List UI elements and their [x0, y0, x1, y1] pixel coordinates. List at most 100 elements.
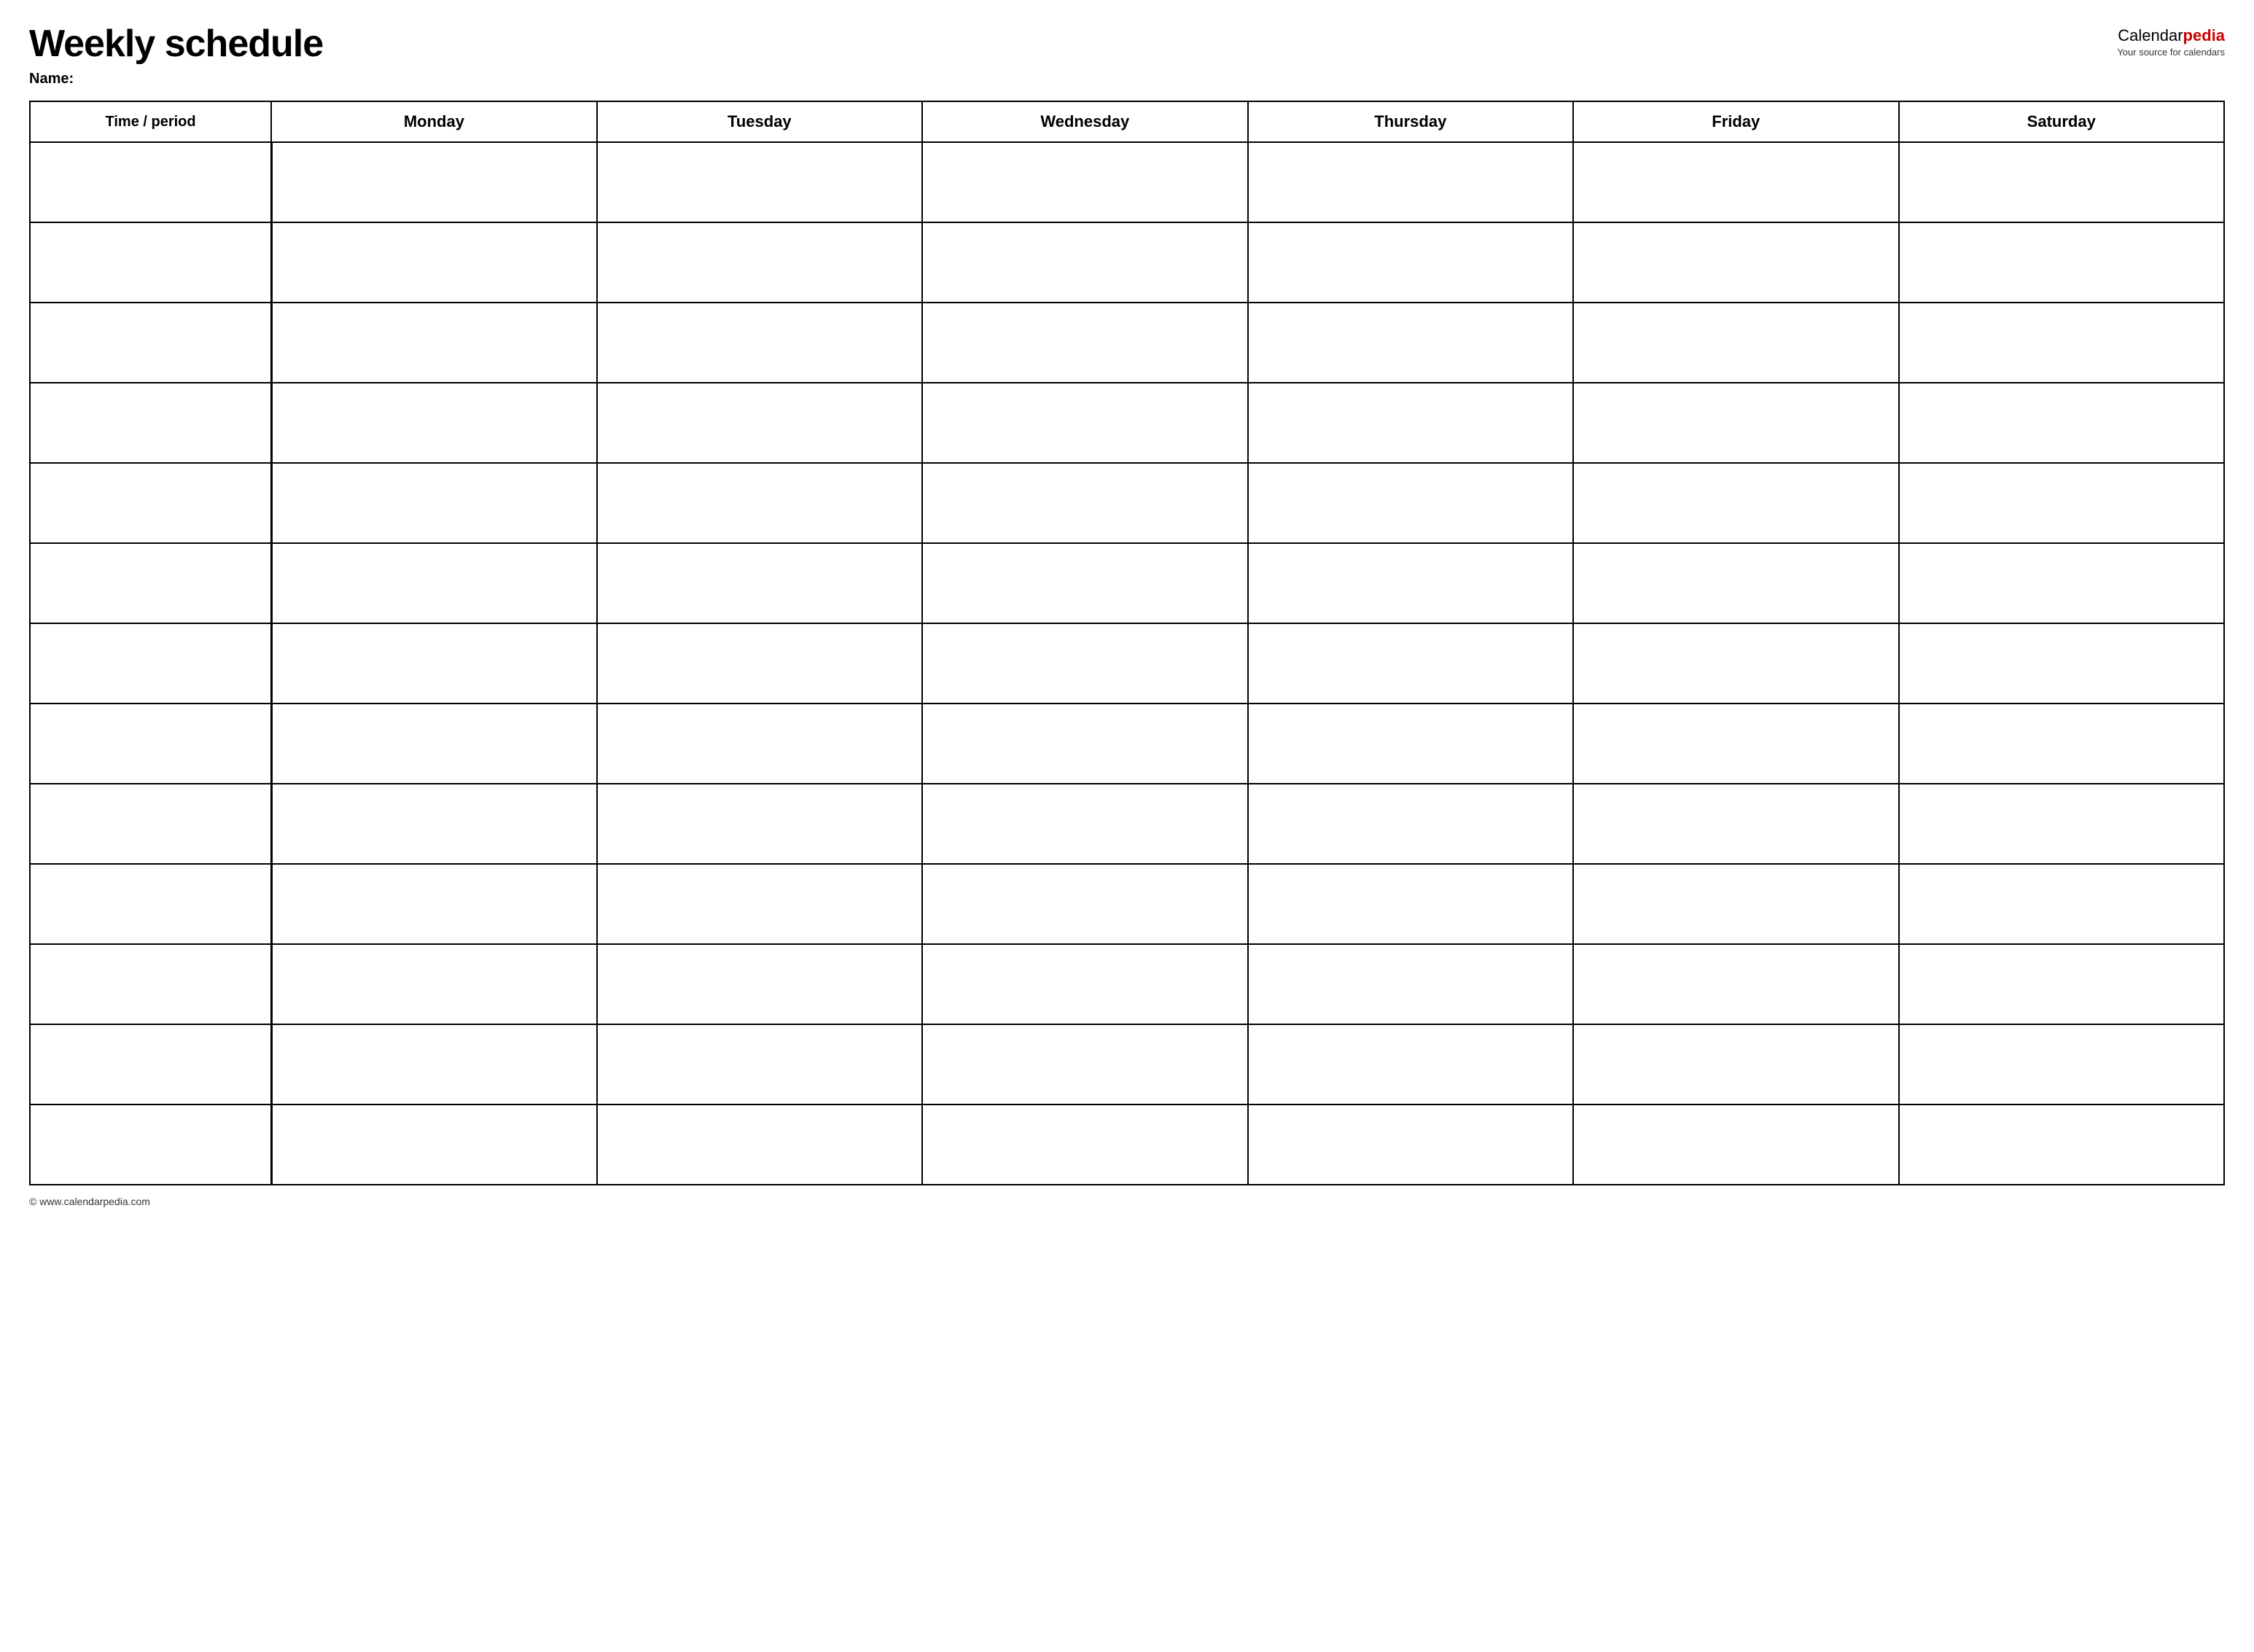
- schedule-cell[interactable]: [1248, 383, 1573, 463]
- schedule-cell[interactable]: [1899, 303, 2225, 383]
- schedule-cell[interactable]: [922, 864, 1247, 944]
- schedule-cell[interactable]: [1899, 383, 2225, 463]
- schedule-cell[interactable]: [922, 383, 1247, 463]
- schedule-cell[interactable]: [597, 543, 922, 623]
- schedule-cell[interactable]: [1899, 543, 2225, 623]
- schedule-cell[interactable]: [1899, 1024, 2225, 1104]
- schedule-cell[interactable]: [271, 463, 596, 543]
- schedule-cell[interactable]: [1573, 1024, 1898, 1104]
- schedule-cell[interactable]: [271, 944, 596, 1024]
- schedule-cell[interactable]: [1573, 222, 1898, 303]
- schedule-cell[interactable]: [271, 864, 596, 944]
- schedule-cell[interactable]: [271, 543, 596, 623]
- schedule-cell[interactable]: [271, 1104, 596, 1185]
- schedule-cell[interactable]: [597, 1024, 922, 1104]
- time-cell[interactable]: [30, 142, 271, 222]
- schedule-cell[interactable]: [597, 303, 922, 383]
- schedule-cell[interactable]: [271, 1024, 596, 1104]
- schedule-cell[interactable]: [1899, 623, 2225, 704]
- schedule-cell[interactable]: [922, 1024, 1247, 1104]
- time-cell[interactable]: [30, 864, 271, 944]
- schedule-cell[interactable]: [271, 303, 596, 383]
- schedule-cell[interactable]: [922, 222, 1247, 303]
- schedule-cell[interactable]: [1573, 704, 1898, 784]
- table-row: [30, 1104, 2224, 1185]
- table-row: [30, 784, 2224, 864]
- logo-part2: pedia: [2183, 26, 2225, 44]
- schedule-cell[interactable]: [597, 463, 922, 543]
- schedule-cell[interactable]: [271, 142, 596, 222]
- time-cell[interactable]: [30, 543, 271, 623]
- schedule-cell[interactable]: [271, 222, 596, 303]
- schedule-cell[interactable]: [597, 383, 922, 463]
- schedule-cell[interactable]: [922, 463, 1247, 543]
- schedule-cell[interactable]: [1573, 383, 1898, 463]
- schedule-cell[interactable]: [1899, 222, 2225, 303]
- schedule-cell[interactable]: [1248, 784, 1573, 864]
- schedule-cell[interactable]: [1573, 784, 1898, 864]
- schedule-cell[interactable]: [1899, 142, 2225, 222]
- schedule-cell[interactable]: [271, 623, 596, 704]
- schedule-cell[interactable]: [1573, 303, 1898, 383]
- schedule-cell[interactable]: [1573, 463, 1898, 543]
- schedule-cell[interactable]: [597, 1104, 922, 1185]
- schedule-cell[interactable]: [1573, 864, 1898, 944]
- time-cell[interactable]: [30, 944, 271, 1024]
- schedule-cell[interactable]: [1248, 463, 1573, 543]
- schedule-cell[interactable]: [1899, 864, 2225, 944]
- table-row: [30, 463, 2224, 543]
- time-cell[interactable]: [30, 222, 271, 303]
- schedule-cell[interactable]: [1248, 1104, 1573, 1185]
- schedule-cell[interactable]: [597, 222, 922, 303]
- schedule-cell[interactable]: [922, 303, 1247, 383]
- schedule-cell[interactable]: [597, 784, 922, 864]
- schedule-cell[interactable]: [922, 704, 1247, 784]
- schedule-cell[interactable]: [922, 623, 1247, 704]
- schedule-cell[interactable]: [1248, 944, 1573, 1024]
- schedule-cell[interactable]: [922, 543, 1247, 623]
- schedule-cell[interactable]: [922, 142, 1247, 222]
- schedule-cell[interactable]: [597, 142, 922, 222]
- time-cell[interactable]: [30, 623, 271, 704]
- time-cell[interactable]: [30, 1104, 271, 1185]
- time-cell[interactable]: [30, 784, 271, 864]
- schedule-cell[interactable]: [1248, 142, 1573, 222]
- schedule-cell[interactable]: [597, 704, 922, 784]
- schedule-cell[interactable]: [1573, 623, 1898, 704]
- schedule-cell[interactable]: [1248, 303, 1573, 383]
- schedule-cell[interactable]: [1899, 944, 2225, 1024]
- schedule-cell[interactable]: [1248, 864, 1573, 944]
- schedule-cell[interactable]: [1573, 944, 1898, 1024]
- schedule-cell[interactable]: [1899, 463, 2225, 543]
- schedule-cell[interactable]: [1573, 1104, 1898, 1185]
- schedule-cell[interactable]: [597, 864, 922, 944]
- time-cell[interactable]: [30, 463, 271, 543]
- schedule-cell[interactable]: [271, 383, 596, 463]
- schedule-cell[interactable]: [1248, 222, 1573, 303]
- time-cell[interactable]: [30, 303, 271, 383]
- schedule-cell[interactable]: [1573, 543, 1898, 623]
- time-cell[interactable]: [30, 704, 271, 784]
- schedule-cell[interactable]: [1899, 784, 2225, 864]
- schedule-cell[interactable]: [1899, 1104, 2225, 1185]
- schedule-cell[interactable]: [597, 944, 922, 1024]
- schedule-cell[interactable]: [597, 623, 922, 704]
- logo-tagline: Your source for calendars: [2117, 47, 2225, 58]
- time-cell[interactable]: [30, 1024, 271, 1104]
- schedule-cell[interactable]: [271, 784, 596, 864]
- schedule-cell[interactable]: [1248, 704, 1573, 784]
- logo: Calendarpedia Your source for calendars: [2117, 26, 2225, 58]
- table-row: [30, 864, 2224, 944]
- schedule-cell[interactable]: [1248, 543, 1573, 623]
- table-row: [30, 543, 2224, 623]
- schedule-cell[interactable]: [922, 784, 1247, 864]
- schedule-cell[interactable]: [1248, 1024, 1573, 1104]
- schedule-cell[interactable]: [1899, 704, 2225, 784]
- page-header: Weekly schedule Calendarpedia Your sourc…: [29, 23, 2225, 65]
- schedule-cell[interactable]: [271, 704, 596, 784]
- schedule-cell[interactable]: [922, 1104, 1247, 1185]
- schedule-cell[interactable]: [1573, 142, 1898, 222]
- schedule-cell[interactable]: [1248, 623, 1573, 704]
- time-cell[interactable]: [30, 383, 271, 463]
- schedule-cell[interactable]: [922, 944, 1247, 1024]
